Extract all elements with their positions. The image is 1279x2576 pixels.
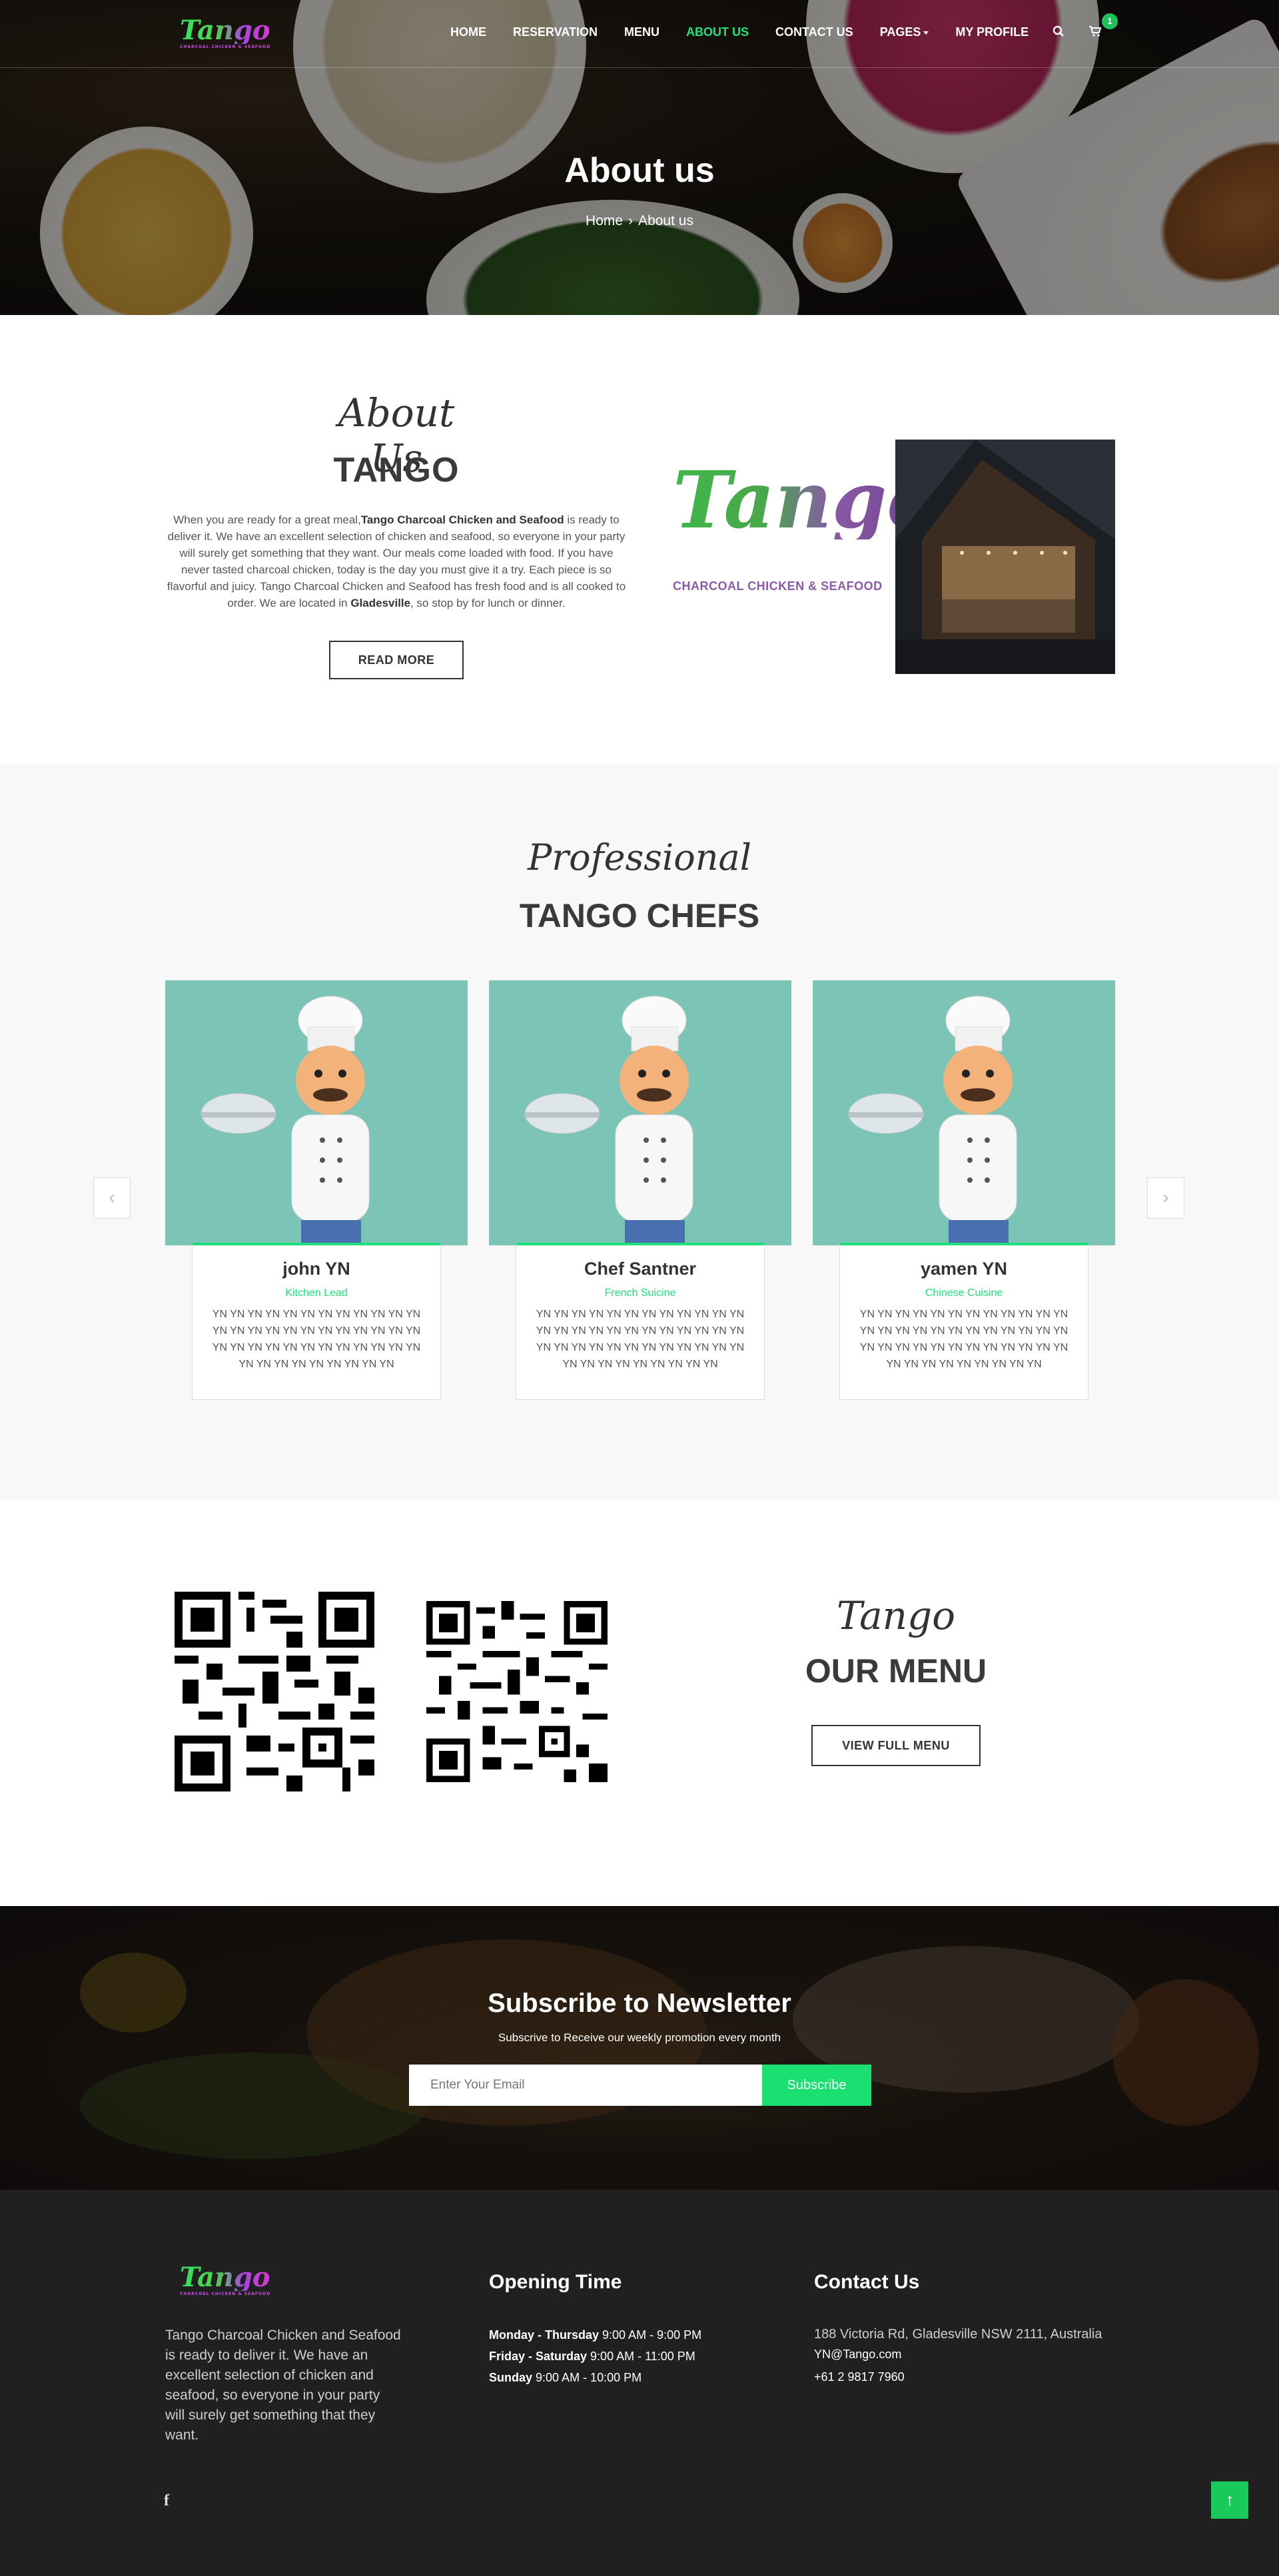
- chefs-section: Professional TANGO CHEFS ‹ › john YN Kit…: [0, 765, 1279, 1500]
- chef-info-box: Chef Santner French Suicine YN YN YN YN …: [516, 1243, 765, 1400]
- menu-qr-code[interactable]: [175, 1592, 374, 1791]
- top-navbar: Tango CHARCOAL CHICKEN & SEAFOOD HOME RE…: [0, 0, 1279, 68]
- footer-about-text: Tango Charcoal Chicken and Seafood is re…: [165, 2328, 401, 2443]
- main-nav: HOME RESERVATION MENU ABOUT US CONTACT U…: [450, 25, 1055, 39]
- contact-address: 188 Victoria Rd, Gladesville NSW 2111, A…: [814, 2327, 1102, 2342]
- search-icon[interactable]: [1053, 25, 1065, 41]
- cart-icon[interactable]: [1088, 25, 1102, 41]
- chef-description: YN YN YN YN YN YN YN YN YN YN YN YN YN Y…: [212, 1309, 421, 1370]
- newsletter-title: Subscribe to Newsletter: [488, 1989, 791, 2018]
- chefs-script-heading: Professional: [527, 836, 752, 878]
- chef-name: john YN: [282, 1259, 350, 1279]
- chevron-right-icon: ›: [1162, 1187, 1169, 1207]
- nav-pages[interactable]: PAGES: [880, 25, 929, 39]
- chef-role: Kitchen Lead: [285, 1287, 348, 1299]
- email-input[interactable]: [409, 2065, 762, 2106]
- about-title: TANGO: [333, 451, 460, 489]
- menu-script-heading: Tango: [836, 1593, 956, 1638]
- opening-time-heading: Opening Time: [489, 2271, 622, 2293]
- nav-my-profile[interactable]: MY PROFILE: [955, 25, 1029, 39]
- menu-qr-code[interactable]: [426, 1601, 608, 1782]
- chef-description: YN YN YN YN YN YN YN YN YN YN YN YN YN Y…: [536, 1309, 745, 1370]
- carousel-next-button[interactable]: ›: [1147, 1177, 1184, 1219]
- contact-email[interactable]: YN@Tango.com: [814, 2344, 1107, 2364]
- facebook-icon[interactable]: f: [164, 2492, 169, 2510]
- nav-home[interactable]: HOME: [450, 25, 486, 39]
- site-footer: Tango CHARCOAL CHICKEN & SEAFOOD Tango C…: [0, 2190, 1279, 2576]
- chef-card[interactable]: Chef Santner French Suicine YN YN YN YN …: [489, 980, 791, 1400]
- chef-card[interactable]: yamen YN Chinese Cuisine YN YN YN YN YN …: [813, 980, 1115, 1400]
- nav-about-us[interactable]: ABOUT US: [686, 25, 749, 39]
- view-full-menu-button[interactable]: VIEW FULL MENU: [811, 1725, 981, 1766]
- chef-avatar-image: [813, 980, 1115, 1245]
- back-to-top-button[interactable]: ↑: [1211, 2481, 1248, 2519]
- caret-down-icon: [923, 31, 929, 35]
- nav-reservation[interactable]: RESERVATION: [513, 25, 598, 39]
- hours-row: Sunday 9:00 AM - 10:00 PM: [489, 2371, 642, 2384]
- opening-hours-list: Monday - Thursday 9:00 AM - 9:00 PM Frid…: [489, 2324, 701, 2388]
- chefs-title: TANGO CHEFS: [519, 897, 760, 934]
- tango-logo-image: Tango CHARCOAL CHICKEN & SEAFOOD: [661, 413, 939, 613]
- subscribe-button[interactable]: Subscribe: [762, 2065, 871, 2106]
- newsletter-subtitle: Subscrive to Receive our weekly promotio…: [498, 2031, 781, 2044]
- chef-description: YN YN YN YN YN YN YN YN YN YN YN YN YN Y…: [859, 1309, 1068, 1370]
- chef-avatar-image: [165, 980, 468, 1245]
- restaurant-building-photo: [895, 440, 1115, 674]
- hours-row: Monday - Thursday 9:00 AM - 9:00 PM: [489, 2328, 702, 2342]
- contact-info: 188 Victoria Rd, Gladesville NSW 2111, A…: [814, 2324, 1107, 2387]
- contact-phone[interactable]: +61 2 9817 7960: [814, 2367, 1107, 2387]
- nav-menu[interactable]: MENU: [624, 25, 659, 39]
- hours-row: Friday - Saturday 9:00 AM - 11:00 PM: [489, 2350, 695, 2363]
- chef-name: yamen YN: [920, 1259, 1008, 1279]
- chef-role: Chinese Cuisine: [925, 1287, 1003, 1299]
- breadcrumb-separator: ›: [628, 213, 634, 228]
- chef-name: Chef Santner: [584, 1259, 697, 1279]
- chevron-left-icon: ‹: [109, 1187, 115, 1207]
- chef-info-box: john YN Kitchen Lead YN YN YN YN YN YN Y…: [192, 1243, 441, 1400]
- about-description: When you are ready for a great meal,Tang…: [167, 513, 626, 609]
- chef-card[interactable]: john YN Kitchen Lead YN YN YN YN YN YN Y…: [165, 980, 468, 1400]
- breadcrumb: Home › About us: [0, 213, 1279, 229]
- chef-info-box: yamen YN Chinese Cuisine YN YN YN YN YN …: [839, 1243, 1088, 1400]
- contact-us-heading: Contact Us: [814, 2271, 920, 2293]
- cart-count-badge: 1: [1102, 13, 1118, 29]
- footer-logo[interactable]: Tango CHARCOAL CHICKEN & SEAFOOD: [180, 2264, 270, 2297]
- chef-avatar-image: [489, 980, 791, 1245]
- brand-logo[interactable]: Tango CHARCOAL CHICKEN & SEAFOOD: [180, 17, 270, 50]
- menu-title: OUR MENU: [805, 1652, 987, 1690]
- chef-role: French Suicine: [604, 1287, 676, 1299]
- breadcrumb-home[interactable]: Home: [586, 213, 623, 228]
- hero-banner: Tango CHARCOAL CHICKEN & SEAFOOD HOME RE…: [0, 0, 1279, 315]
- page-title: About us: [564, 151, 715, 190]
- newsletter-section: Subscribe to Newsletter Subscrive to Rec…: [0, 1906, 1279, 2190]
- carousel-prev-button[interactable]: ‹: [93, 1177, 131, 1219]
- arrow-up-icon: ↑: [1225, 2489, 1234, 2509]
- breadcrumb-current: About us: [638, 213, 693, 228]
- nav-contact-us[interactable]: CONTACT US: [775, 25, 853, 39]
- read-more-button[interactable]: READ MORE: [329, 641, 464, 679]
